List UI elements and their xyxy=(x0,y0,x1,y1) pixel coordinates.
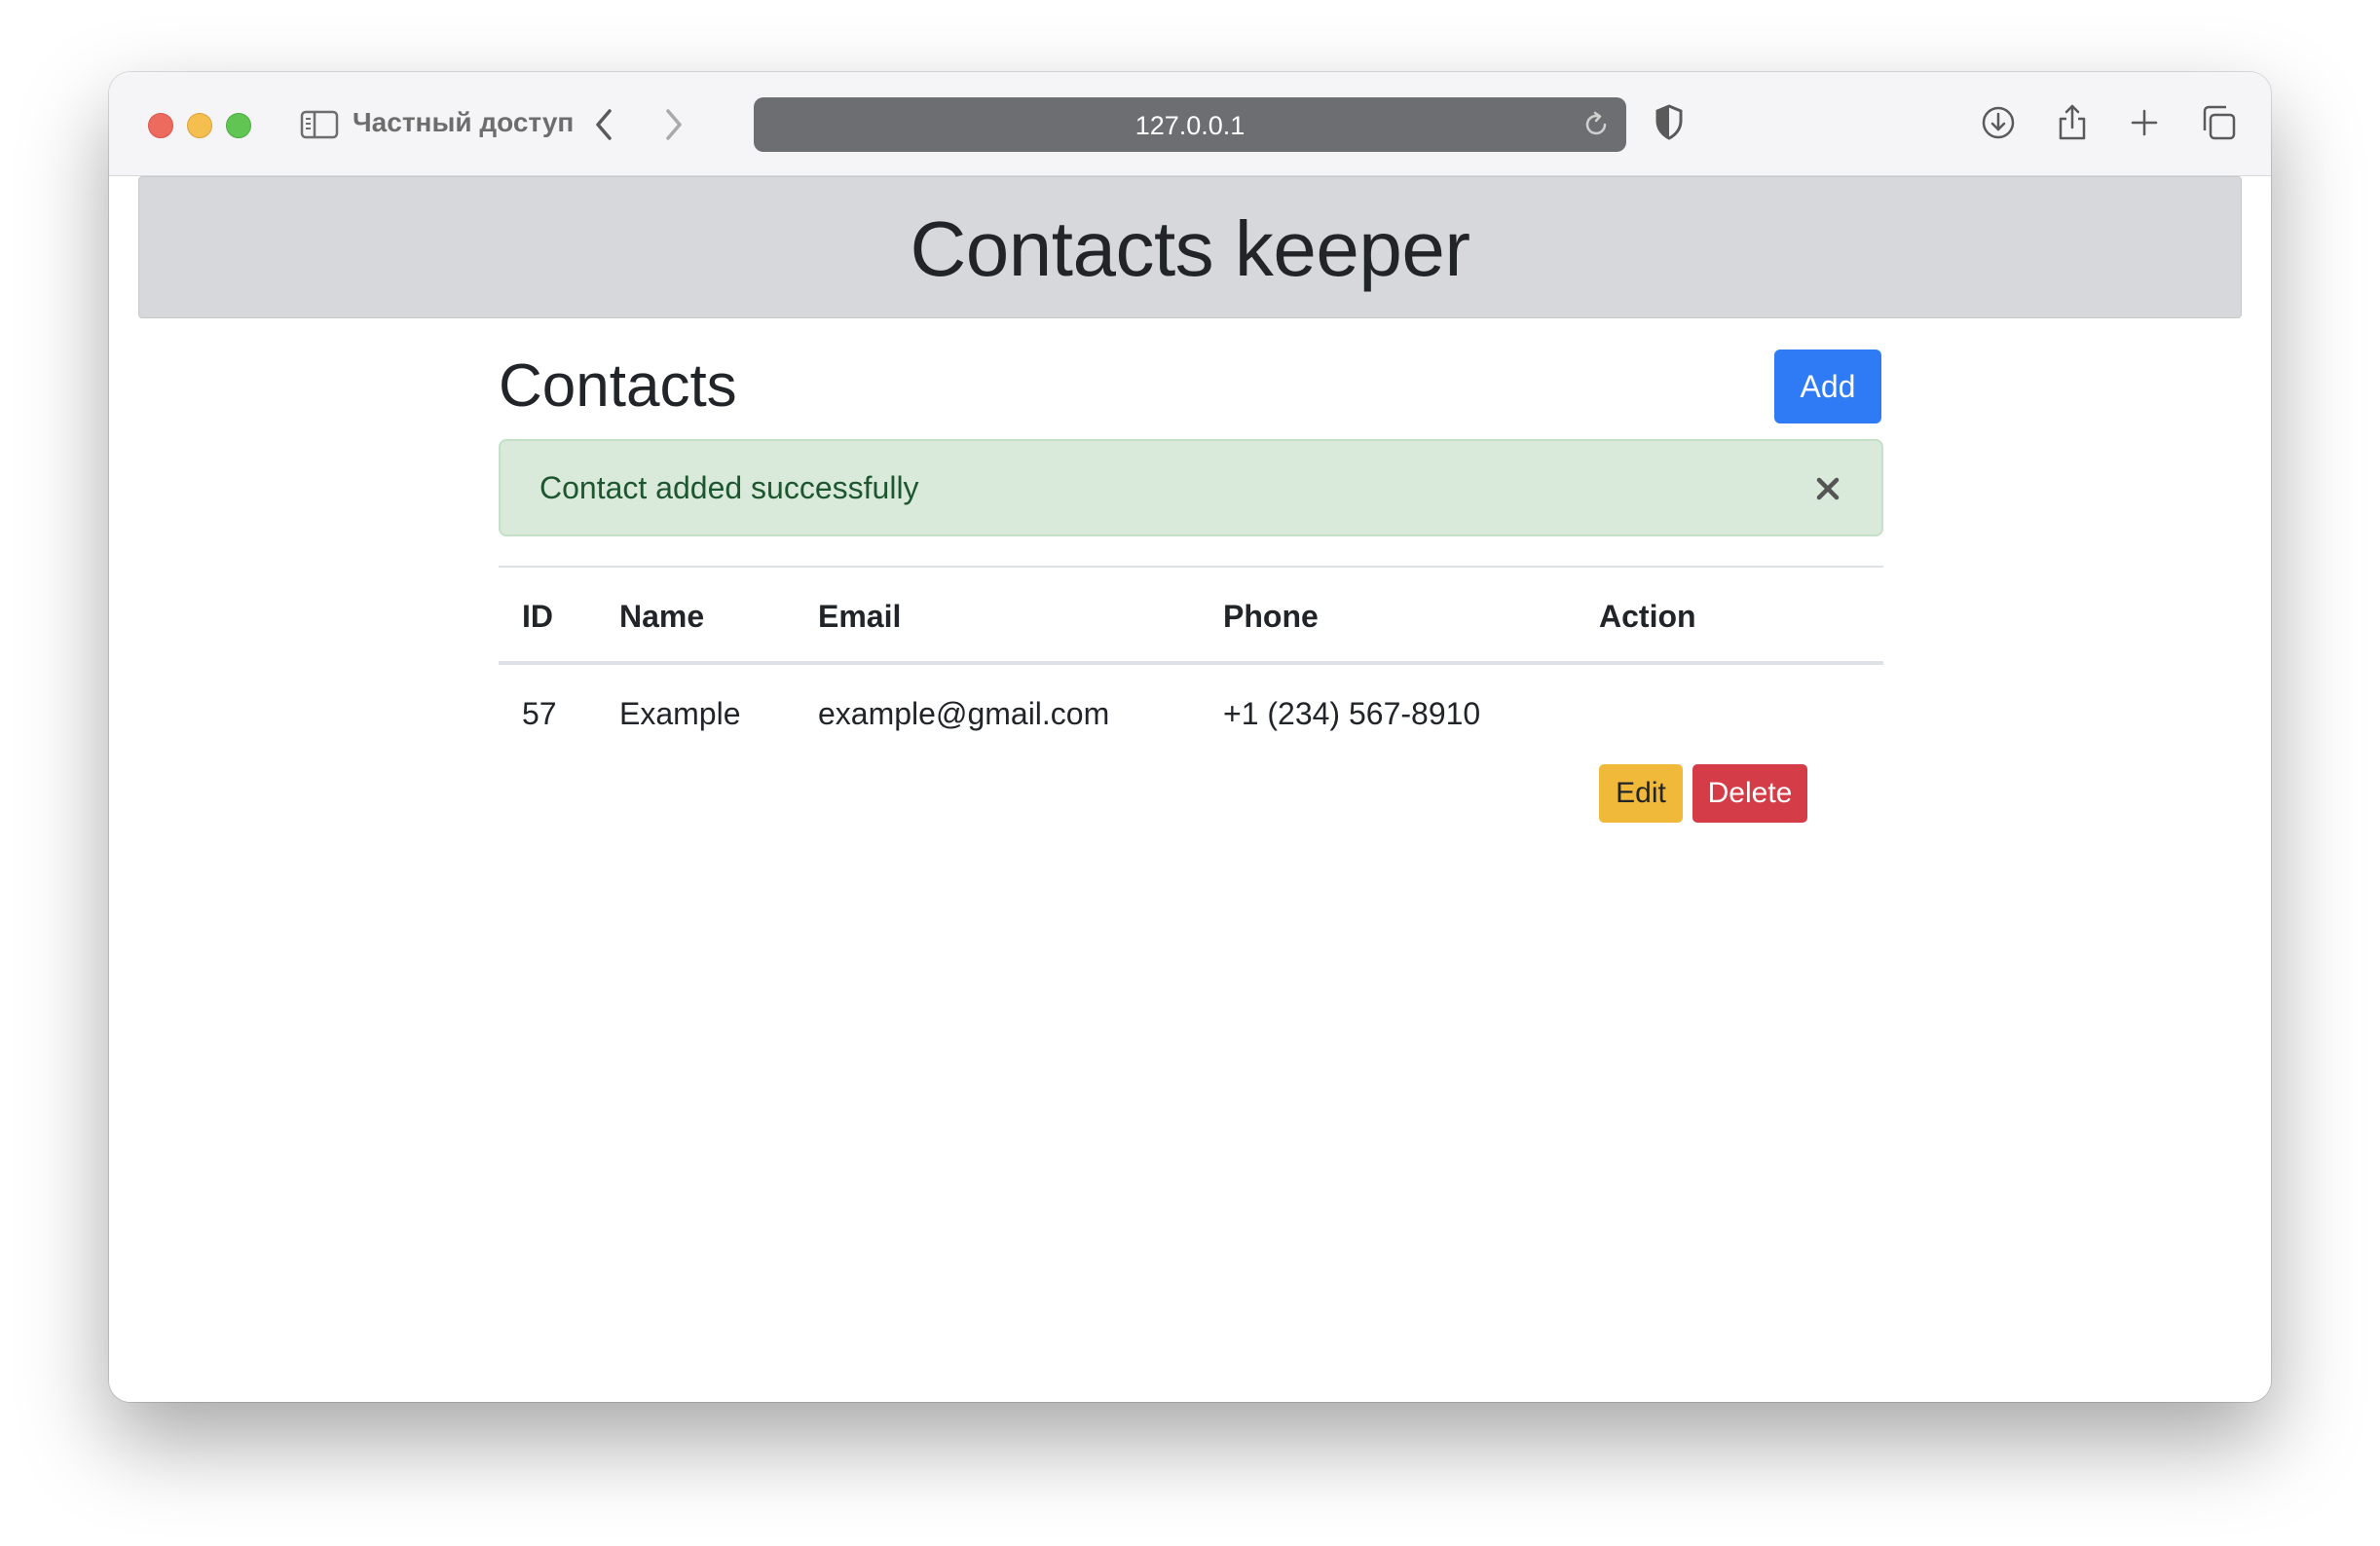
column-header-phone: Phone xyxy=(1223,599,1319,634)
share-icon[interactable] xyxy=(2053,103,2092,142)
success-alert: Contact added successfully xyxy=(499,439,1883,536)
sidebar-icon[interactable] xyxy=(300,109,339,140)
plus-icon[interactable] xyxy=(2125,103,2164,142)
tabs-icon[interactable] xyxy=(2199,103,2238,142)
page-content: Contacts keeper Contacts Add Contact add… xyxy=(109,176,2271,1402)
address-bar[interactable]: 127.0.0.1 xyxy=(754,97,1626,152)
cell-email: example@gmail.com xyxy=(818,696,1110,731)
table-top-border xyxy=(499,566,1883,568)
site-header: Contacts keeper xyxy=(138,176,2242,318)
url-text: 127.0.0.1 xyxy=(1134,111,1246,140)
cell-phone: +1 (234) 567-8910 xyxy=(1223,696,1481,731)
shield-icon[interactable] xyxy=(1654,103,1685,142)
site-title: Contacts keeper xyxy=(910,205,1470,292)
close-window-button[interactable] xyxy=(148,113,173,138)
add-contact-button[interactable]: Add xyxy=(1774,350,1881,423)
browser-toolbar: Частный доступ 127.0.0.1 xyxy=(109,72,2271,176)
maximize-window-button[interactable] xyxy=(226,113,251,138)
chevron-left-icon[interactable] xyxy=(590,107,619,142)
column-header-email: Email xyxy=(818,599,902,634)
edit-button[interactable]: Edit xyxy=(1599,764,1683,823)
cell-name: Example xyxy=(619,696,741,731)
page-title: Contacts xyxy=(499,352,737,420)
chevron-right-icon[interactable] xyxy=(658,107,688,142)
column-header-id: ID xyxy=(522,599,553,634)
cell-id: 57 xyxy=(522,696,557,731)
delete-button[interactable]: Delete xyxy=(1692,764,1807,823)
minimize-window-button[interactable] xyxy=(187,113,212,138)
private-browsing-label: Частный доступ xyxy=(353,107,575,137)
close-icon[interactable] xyxy=(1813,474,1842,503)
column-header-action: Action xyxy=(1599,599,1696,634)
column-header-name: Name xyxy=(619,599,705,634)
reload-icon[interactable] xyxy=(1581,110,1611,139)
table-header-divider xyxy=(499,661,1883,665)
download-icon[interactable] xyxy=(1979,103,2018,142)
alert-message: Contact added successfully xyxy=(539,470,919,505)
browser-window: Частный доступ 127.0.0.1 Contacts keeper… xyxy=(109,72,2271,1402)
